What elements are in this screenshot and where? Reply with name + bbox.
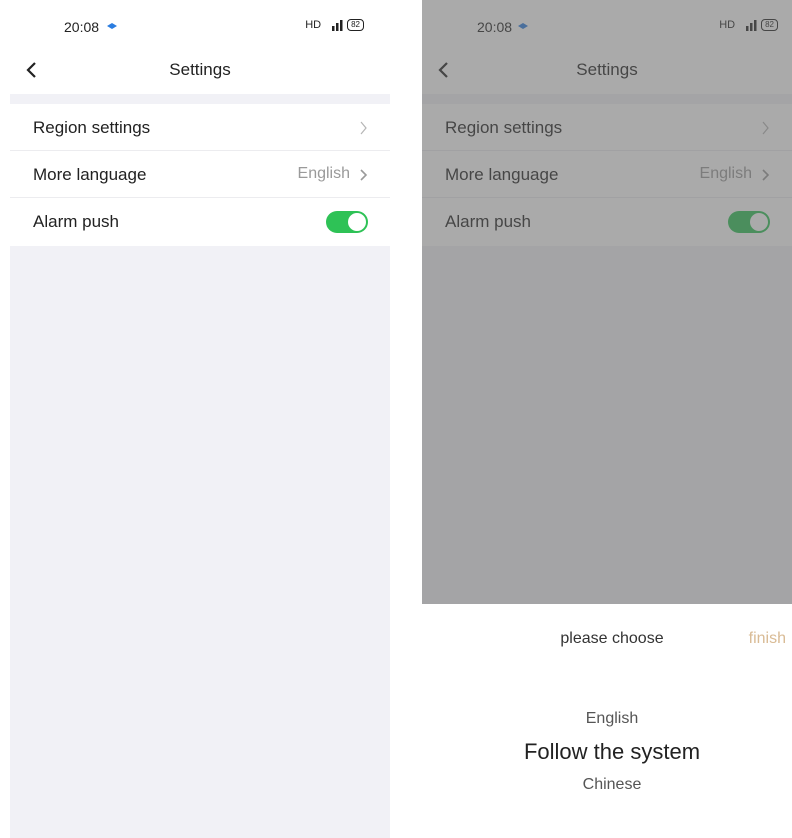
chevron-right-icon [360,169,368,181]
picker-option-follow-system[interactable]: Follow the system [422,734,792,770]
modal-overlay[interactable] [422,0,792,604]
battery-icon: 82 [347,19,364,31]
status-time: 20:08 [64,19,100,35]
app-notification-icon [107,23,117,29]
content-background [10,246,390,838]
language-picker: please choose finish English Follow the … [422,604,792,838]
section-divider [10,94,390,104]
chevron-right-icon [360,121,367,135]
more-language-item[interactable]: More language English [10,151,390,198]
nav-bar: Settings [10,52,390,92]
item-label: Alarm push [33,212,119,231]
page-title: Settings [169,60,231,79]
settings-list: Region settings More language English Al… [10,104,390,245]
item-label: Region settings [33,118,151,137]
status-indicators: HD 82 [305,19,364,31]
alarm-push-item: Alarm push [10,198,390,245]
finish-button[interactable]: finish [749,630,786,648]
network-label: HD [305,19,322,31]
picker-option-chinese[interactable]: Chinese [422,770,792,800]
picker-options[interactable]: English Follow the system Chinese [422,704,792,800]
picker-option-english[interactable]: English [422,704,792,734]
settings-screen: 20:08 HD 82 Settings Region settings Mor… [10,0,390,838]
toggle-knob [347,212,367,232]
region-settings-item[interactable]: Region settings [10,104,390,151]
picker-title: please choose [560,630,664,647]
item-value: English [297,165,350,182]
settings-screen-with-picker: 20:08 HD 82 Settings Region settings [422,0,792,838]
signal-icon [324,19,344,31]
alarm-push-toggle[interactable] [326,211,368,233]
status-bar: 20:08 HD 82 [10,0,390,52]
item-label: More language [33,165,147,184]
